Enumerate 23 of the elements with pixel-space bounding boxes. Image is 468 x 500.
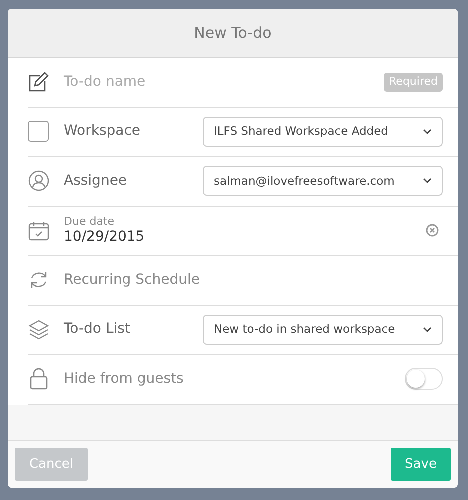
dropdown[interactable]: New to-do in shared workspace [203,314,443,345]
required-tag: Required [384,73,443,92]
toggle-switch[interactable] [405,368,443,390]
checkbox[interactable] [28,121,49,142]
dropdown[interactable]: ILFS Shared Workspace Added [203,116,443,147]
lock-icon [28,368,50,390]
dropdown[interactable]: salman@ilovefreesoftware.com [203,166,443,196]
field-label: Assignee [64,172,128,191]
field-label: Hide from guests [64,370,185,389]
dialog-title: New To-do [194,22,272,44]
field-label: Workspace [64,122,142,142]
clear-icon[interactable] [426,224,439,238]
chevron-down-icon [423,128,432,135]
user-icon [28,170,50,192]
field-label: To-do List [64,320,132,340]
date-field[interactable]: 10/29/2015 [64,228,426,246]
chevron-down-icon [423,178,432,184]
layers-icon [28,318,50,341]
chevron-down-icon [423,326,432,333]
field-label: Due date [64,215,116,229]
recurring-option[interactable]: Recurring Schedule [64,270,443,291]
calendar-icon [28,220,50,242]
edit-icon [28,71,50,94]
